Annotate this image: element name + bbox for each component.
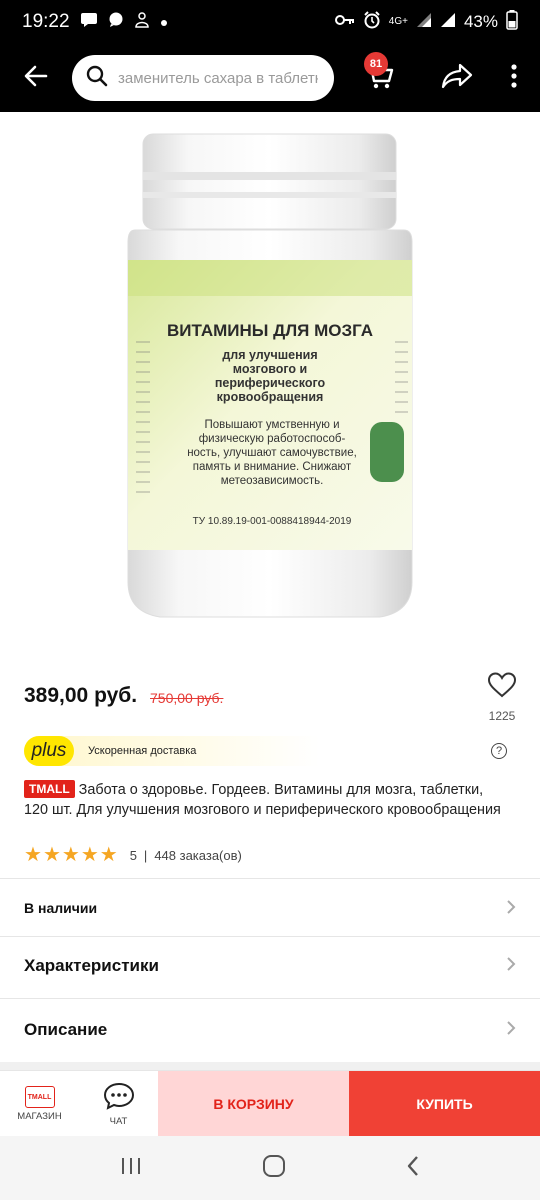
description-row[interactable]: Описание [0, 998, 540, 1062]
old-price: 750,00 руб. [150, 690, 224, 706]
chat-icon [103, 1082, 135, 1113]
cart-count-badge: 81 [364, 52, 388, 76]
tmall-shop-icon: TMALL [24, 1086, 55, 1108]
characteristics-label: Характеристики [24, 956, 159, 975]
label-brand-title: ВИТАМИНЫ ДЛЯ МОЗГА [167, 321, 373, 340]
share-icon [441, 63, 473, 94]
rating-row[interactable]: ★ ★ ★ ★ ★ 5 | 448 заказа(ов) [24, 845, 242, 865]
label-subtitle-line: для улучшения [222, 348, 317, 362]
favorites-count: 1225 [488, 709, 516, 723]
shop-label: МАГАЗИН [17, 1111, 62, 1122]
tmall-badge: TMALL [24, 780, 75, 798]
battery-percent: 43% [463, 12, 498, 31]
chevron-right-icon [506, 1020, 516, 1041]
star-icon: ★ [99, 844, 118, 866]
label-standard: ТУ 10.89.19-001-0088418944-2019 [193, 516, 352, 527]
chevron-right-icon [506, 956, 516, 977]
network-type: 4G+ [388, 16, 408, 27]
divider [0, 1062, 540, 1070]
more-vert-icon [511, 63, 517, 93]
search-box[interactable] [72, 55, 334, 101]
add-to-cart-button[interactable]: В КОРЗИНУ [158, 1071, 349, 1137]
plus-delivery-text: Ускоренная доставка [88, 745, 197, 757]
rating-value: 5 [129, 847, 137, 863]
share-button[interactable] [426, 44, 488, 112]
star-icon: ★ [61, 844, 80, 866]
more-options-button[interactable] [488, 44, 540, 112]
system-nav-bar [0, 1136, 540, 1200]
dot-icon [160, 14, 168, 31]
recent-apps-button[interactable] [120, 1156, 142, 1181]
price: 389,00 руб. [24, 684, 138, 707]
status-time: 19:22 [22, 11, 70, 32]
label-claim-line: Повышают умственную и [204, 419, 339, 431]
search-input[interactable] [118, 69, 318, 87]
orders-count: 448 заказа(ов) [154, 847, 242, 863]
search-icon [86, 65, 108, 92]
buy-now-button[interactable]: КУПИТЬ [349, 1071, 540, 1137]
product-image[interactable]: ВИТАМИНЫ ДЛЯ МОЗГА для улучшения мозгово… [0, 112, 540, 662]
star-icon: ★ [42, 844, 61, 866]
heart-icon [487, 672, 517, 703]
label-claim-line: метеозависимость. [221, 475, 324, 487]
shop-button[interactable]: TMALL МАГАЗИН [0, 1071, 79, 1137]
product-title-text: Забота о здоровье. Гордеев. Витамины для… [24, 782, 501, 818]
plus-delivery-banner[interactable]: plus Ускоренная доставка ? [24, 736, 517, 766]
label-subtitle-line: кровообращения [217, 390, 324, 404]
star-icon: ★ [24, 844, 42, 866]
chevron-right-icon [506, 899, 516, 918]
message-icon [80, 12, 98, 32]
label-claim-line: физическую работоспособ- [199, 433, 346, 445]
favorite-button[interactable]: 1225 [480, 672, 524, 723]
price-row: 389,00 руб. 750,00 руб. 1225 [24, 672, 524, 726]
person-icon [134, 12, 150, 32]
chat-bubble-icon [108, 12, 124, 32]
characteristics-row[interactable]: Характеристики [0, 934, 540, 998]
status-bar: 19:22 4G+ 43% [0, 0, 540, 44]
arrow-left-icon [24, 65, 48, 92]
signal-icon-2 [440, 12, 456, 33]
plus-logo: plus [24, 736, 74, 766]
label-claim-line: ность, улучшают самочувствие, [187, 447, 357, 459]
label-claim-line: память и внимание. Снижают [193, 461, 352, 473]
cart-button[interactable]: 81 [334, 44, 426, 112]
home-button[interactable] [262, 1154, 286, 1183]
star-icon: ★ [80, 844, 99, 866]
top-bar: 81 [0, 44, 540, 112]
battery-icon [506, 9, 518, 35]
signal-icon [416, 12, 432, 33]
availability-label: В наличии [24, 900, 98, 916]
chat-button[interactable]: ЧАТ [79, 1071, 158, 1137]
product-title: TMALL Забота о здоровье. Гордеев. Витамин… [24, 780, 504, 820]
chat-label: ЧАТ [109, 1115, 128, 1127]
label-subtitle-line: мозгового и [233, 362, 307, 376]
help-icon[interactable]: ? [491, 743, 507, 759]
description-label: Описание [24, 1020, 108, 1039]
separator: | [143, 847, 148, 863]
availability-row[interactable]: В наличии [0, 876, 540, 940]
back-nav-button[interactable] [406, 1155, 420, 1182]
key-icon [334, 12, 355, 32]
rating-stars: ★ ★ ★ ★ ★ [24, 845, 118, 865]
label-subtitle-line: периферического [215, 376, 326, 390]
alarm-icon [363, 10, 381, 34]
back-button[interactable] [0, 44, 72, 112]
action-bar: TMALL МАГАЗИН ЧАТ В КОРЗИНУ КУПИТЬ [0, 1070, 540, 1137]
